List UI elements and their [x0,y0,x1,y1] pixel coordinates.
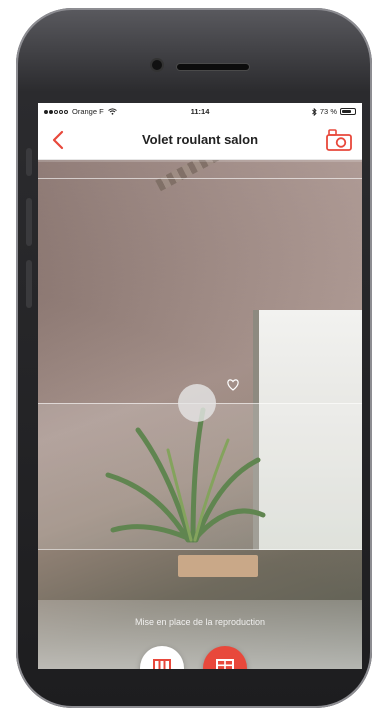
camera-preview[interactable]: Mise en place de la reproduction [38,160,362,669]
app-screen: Orange F 11:14 73 % Volet roulant salon [38,103,362,669]
status-bar: Orange F 11:14 73 % [38,103,362,121]
battery-icon [340,108,356,115]
earpiece-speaker [177,64,249,70]
shutter-top-band [38,160,362,162]
bluetooth-icon [312,107,317,116]
shutter-overlay [38,403,362,549]
page-title: Volet roulant salon [141,132,259,147]
front-camera [152,60,162,70]
heart-icon[interactable] [226,378,240,392]
preview-pot [178,555,258,577]
shutter-open-icon [153,659,171,669]
bottom-panel [38,600,362,669]
shutter-closed-icon [216,659,234,669]
shutter-top-line [38,178,362,179]
mute-switch [26,148,32,176]
camera-icon[interactable] [324,127,354,153]
hint-text: Mise en place de la reproduction [134,617,266,627]
navigation-bar: Volet roulant salon [38,121,362,160]
back-chevron-icon[interactable] [46,127,72,153]
battery-area: 73 % [312,107,356,116]
volume-down-button [26,260,32,308]
shutter-lower-edge [38,549,362,550]
shutter-drag-handle[interactable] [178,384,216,422]
volume-up-button [26,198,32,246]
battery-percent: 73 % [319,107,337,116]
